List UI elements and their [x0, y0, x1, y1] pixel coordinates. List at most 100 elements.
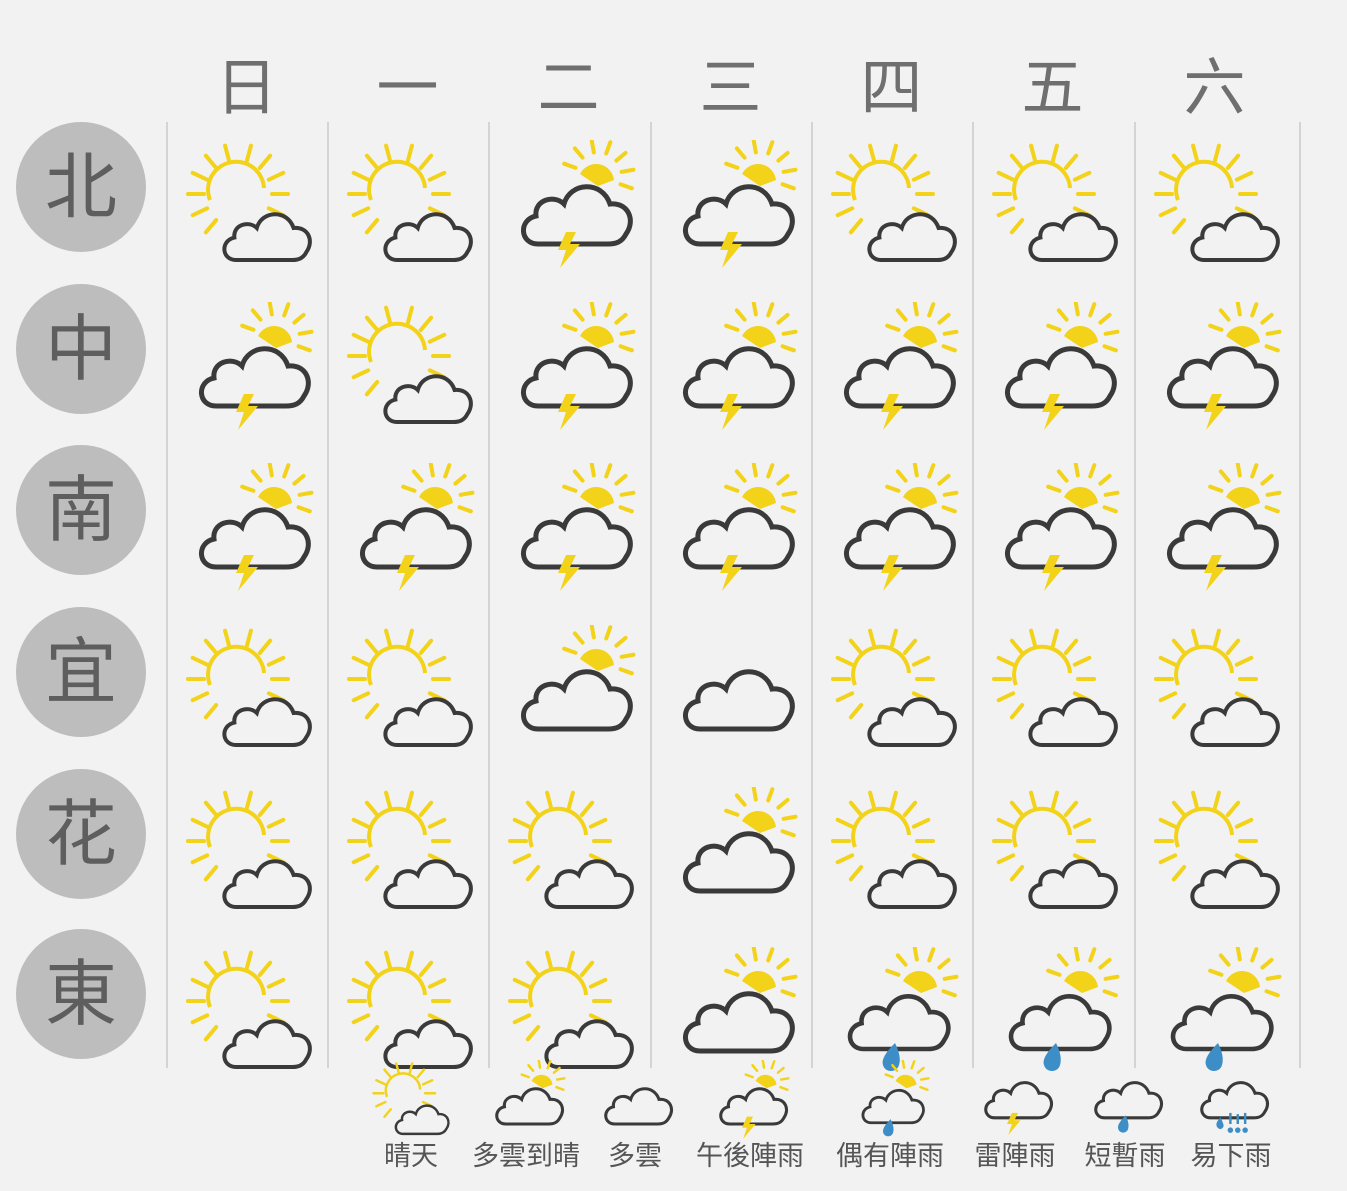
cloud-icon [543, 859, 634, 910]
cloud-icon [520, 507, 633, 570]
legend-label: 晴天 [384, 1141, 438, 1172]
sun-icon [561, 625, 635, 676]
cloud-icon [1027, 859, 1118, 910]
region-badge: 花 [16, 769, 146, 899]
cloud-icon [1189, 212, 1280, 263]
forecast-cell-sunny [829, 140, 959, 270]
forecast-cell-afternoon-showers [668, 302, 798, 432]
day-header: 三 [699, 51, 762, 124]
cloud-icon [1189, 697, 1280, 748]
cloud-icon [1166, 346, 1279, 409]
cloud-icon [861, 1088, 925, 1125]
cloud-icon [382, 859, 473, 910]
sun-icon [1207, 302, 1281, 353]
region-badge: 宜 [16, 607, 146, 737]
sun-icon [1045, 463, 1119, 514]
forecast-cell-afternoon-showers [668, 463, 798, 593]
forecast-cell-sunny [184, 787, 314, 917]
cloud-icon [719, 1087, 788, 1126]
cloud-icon [359, 507, 472, 570]
legend-item: 偶有陣雨 [830, 1060, 950, 1174]
forecast-cell-sunny [184, 140, 314, 270]
column-divider [972, 122, 974, 1068]
sun-icon [1045, 947, 1119, 998]
forecast-cell-afternoon-showers [345, 463, 475, 593]
region-badge: 南 [16, 445, 146, 575]
cloud-icon [221, 1019, 312, 1070]
column-divider [327, 122, 329, 1068]
sun-icon [239, 463, 313, 514]
legend-item: 雷陣雨 [970, 1060, 1060, 1174]
cloud-icon [682, 669, 795, 732]
forecast-cell-sunny [345, 787, 475, 917]
forecast-cell-cloudy-clearing [668, 787, 798, 917]
legend-label: 偶有陣雨 [836, 1141, 944, 1172]
cloud-icon [520, 184, 633, 247]
forecast-cell-afternoon-showers [184, 302, 314, 432]
cloud-icon [1027, 212, 1118, 263]
forecast-cell-afternoon-showers [506, 140, 636, 270]
cloud-icon [382, 697, 473, 748]
legend-label: 多雲到晴 [472, 1141, 580, 1172]
cloud-icon [843, 507, 956, 570]
cloud-icon [682, 184, 795, 247]
legend-label: 午後陣雨 [696, 1141, 804, 1172]
column-divider [166, 122, 168, 1068]
cloud-icon [1008, 994, 1112, 1052]
forecast-cell-sunny [184, 947, 314, 1077]
legend-item: 易下雨 [1186, 1060, 1276, 1174]
cloud-icon [1004, 346, 1117, 409]
forecast-cell-cloudy-clearing [506, 625, 636, 755]
forecast-cell-sunny [345, 947, 475, 1077]
column-divider [488, 122, 490, 1068]
forecast-cell-afternoon-showers [1152, 302, 1282, 432]
legend-item: 午後陣雨 [690, 1060, 810, 1174]
cloud-icon [495, 1087, 564, 1126]
legend-thunder-showers-icon [970, 1060, 1060, 1140]
cloud-icon [520, 346, 633, 409]
forecast-cell-sunny [345, 625, 475, 755]
day-header: 四 [860, 51, 923, 124]
cloud-icon [682, 991, 795, 1054]
sun-icon [561, 302, 635, 353]
legend-label: 易下雨 [1190, 1141, 1272, 1172]
sun-icon [400, 463, 474, 514]
cloud-icon [682, 507, 795, 570]
forecast-cell-occasional-showers [829, 947, 959, 1077]
cloud-icon [1027, 697, 1118, 748]
forecast-cell-occasional-showers [1152, 947, 1282, 1077]
sun-icon [561, 140, 635, 191]
legend-item: 多雲到晴 [466, 1060, 586, 1174]
forecast-cell-sunny [1152, 625, 1282, 755]
forecast-cell-sunny [1152, 787, 1282, 917]
forecast-cell-afternoon-showers [668, 140, 798, 270]
forecast-cell-sunny [345, 140, 475, 270]
legend-likely-rain-icon [1186, 1060, 1276, 1140]
forecast-cell-afternoon-showers [990, 302, 1120, 432]
forecast-cell-afternoon-showers [1152, 463, 1282, 593]
cloud-icon [866, 859, 957, 910]
cloud-icon [1170, 994, 1274, 1052]
forecast-cell-afternoon-showers [506, 302, 636, 432]
day-header: 二 [537, 51, 600, 124]
forecast-cell-sunny [829, 787, 959, 917]
column-divider [650, 122, 652, 1068]
legend-cloudy-clearing-icon [466, 1060, 586, 1140]
day-header: 六 [1183, 51, 1246, 124]
cloud-icon [847, 994, 951, 1052]
forecast-cell-afternoon-showers [829, 302, 959, 432]
sun-icon [1207, 947, 1281, 998]
forecast-cell-cloudy-clearing [668, 947, 798, 1077]
legend-sunny-icon [371, 1060, 451, 1140]
sun-icon [884, 1060, 930, 1091]
day-header: 五 [1021, 51, 1084, 124]
forecast-cell-sunny [184, 625, 314, 755]
cloud-icon [198, 346, 311, 409]
forecast-cell-afternoon-showers [990, 463, 1120, 593]
cloud-icon [221, 859, 312, 910]
column-divider [811, 122, 813, 1068]
sun-icon [723, 140, 797, 191]
forecast-cell-afternoon-showers [506, 463, 636, 593]
forecast-cell-sunny [829, 625, 959, 755]
legend-cloudy-icon [595, 1060, 675, 1140]
